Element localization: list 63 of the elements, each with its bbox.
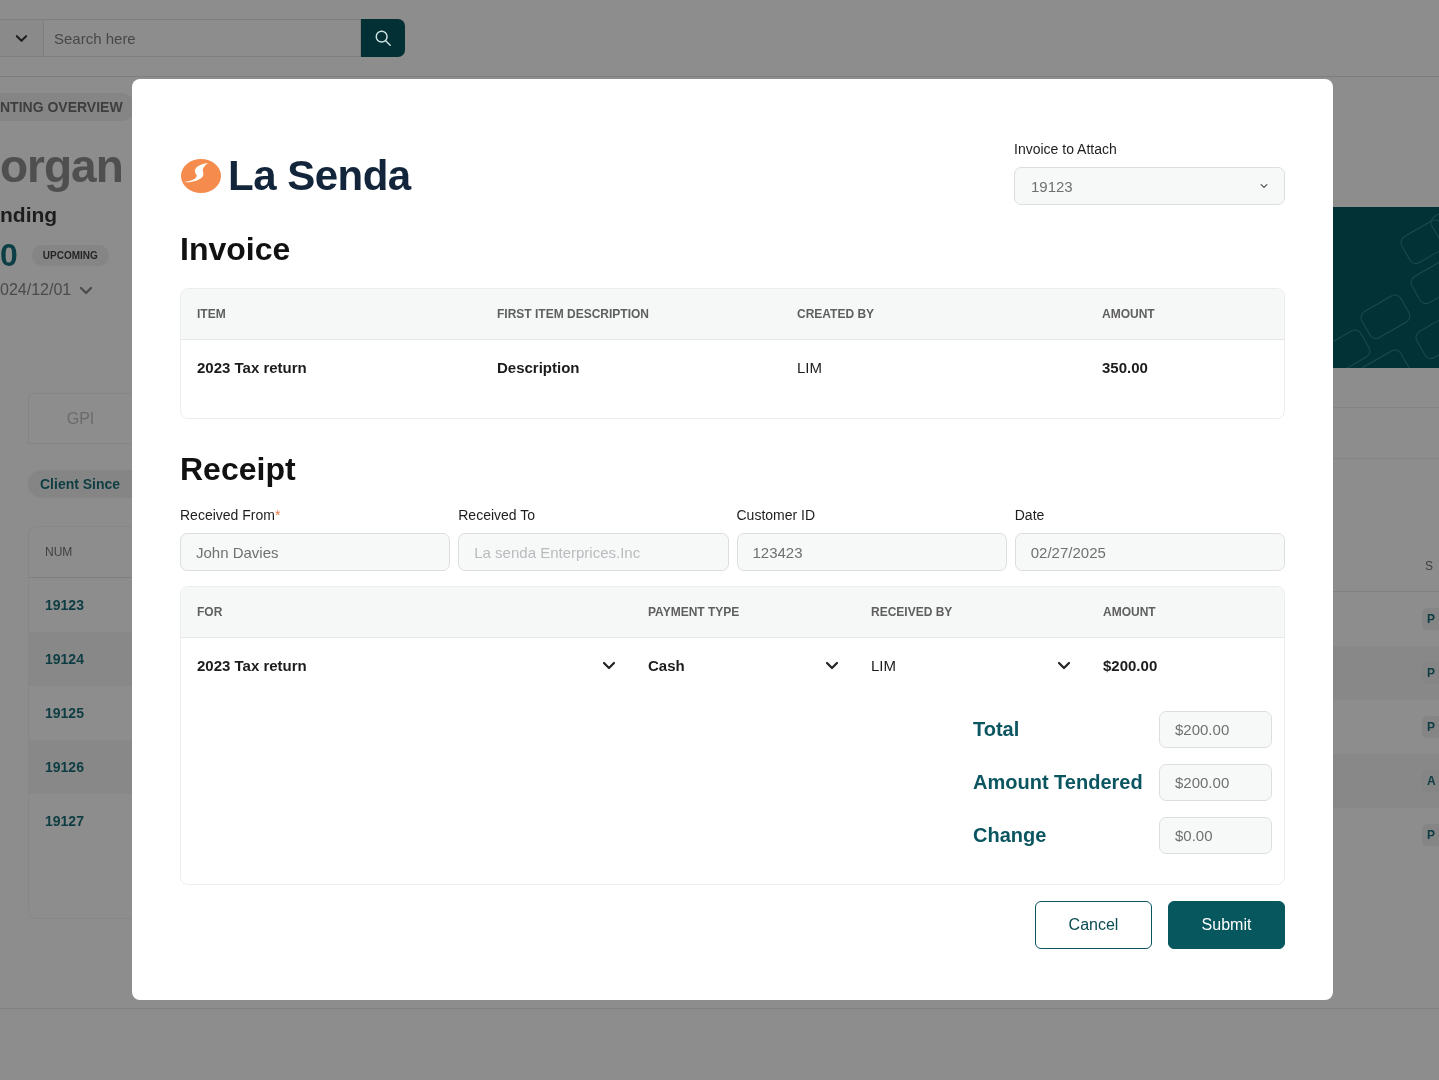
breadcrumb[interactable]: NTING OVERVIEW	[0, 93, 135, 121]
input-field[interactable]: 02/27/2025	[1014, 533, 1285, 571]
table-cell-text: 2023 Tax return	[196, 358, 308, 378]
date-text: 024/12/01	[0, 281, 72, 299]
count: 0	[0, 239, 18, 271]
field-label: Received From*	[180, 507, 282, 523]
input-field[interactable]: $0.00	[1159, 817, 1272, 854]
chevron-down-icon	[1260, 183, 1268, 189]
section-title: Invoice	[180, 233, 292, 265]
field-label: Invoice to Attach	[1014, 141, 1118, 157]
total-label: Change	[973, 824, 1048, 847]
table-cell-text: $200.00	[1102, 656, 1159, 676]
total-label: Amount Tendered	[973, 771, 1144, 794]
search-field[interactable]: Search here	[44, 19, 361, 57]
invoice-dropdown[interactable]: 19123	[1014, 167, 1285, 205]
table-cell[interactable]: 19124	[45, 651, 84, 667]
total-label: Total	[973, 718, 1021, 741]
table-cell[interactable]: 19123	[45, 597, 84, 613]
table-cell-text: 350.00	[1101, 358, 1149, 378]
table-cell[interactable]: 19127	[45, 813, 84, 829]
payment-type-dropdown[interactable]: Cash	[632, 638, 855, 693]
table-cell-text: LIM	[796, 358, 823, 378]
table-cell-text: Description	[496, 358, 581, 378]
input-field[interactable]: La senda Enterprices.Inc	[458, 533, 729, 571]
input-field[interactable]: 123423	[736, 533, 1007, 571]
column-header: AMOUNT	[1087, 587, 1284, 638]
received-by-dropdown[interactable]: LIM	[855, 638, 1087, 693]
logo-icon	[180, 158, 222, 194]
search-icon	[374, 29, 392, 47]
chevron-down-icon	[602, 661, 616, 670]
subtitle: nding	[0, 203, 58, 227]
submit-button[interactable]: Submit	[1168, 901, 1285, 949]
column-header: CREATED BY	[781, 289, 1086, 340]
input-field[interactable]: John Davies	[180, 533, 451, 571]
section-title: Receipt	[180, 453, 297, 485]
status-badge: P	[1422, 608, 1439, 630]
field-label: Date	[1014, 507, 1046, 523]
chevron-down-icon	[825, 661, 839, 670]
chevron-down-icon	[15, 33, 28, 43]
input-field[interactable]: $200.00	[1159, 711, 1272, 748]
field-label: Received To	[458, 507, 537, 523]
search-button[interactable]	[361, 19, 405, 57]
client-since-badge: Client Since	[28, 470, 132, 498]
table-cell[interactable]: 19125	[45, 705, 84, 721]
logo-text: La Senda	[228, 155, 411, 197]
column-header: RECEIVED BY	[855, 587, 1087, 638]
table-cell[interactable]: 19126	[45, 759, 84, 775]
status-badge: UPCOMING	[31, 244, 109, 266]
status-badge: P	[1422, 824, 1439, 846]
column-header: ITEM	[181, 289, 481, 340]
field-label: Customer ID	[736, 507, 817, 523]
column-header: AMOUNT	[1086, 289, 1284, 340]
cancel-button[interactable]: Cancel	[1035, 901, 1152, 949]
input-field[interactable]: $200.00	[1159, 764, 1272, 801]
column-header: PAYMENT TYPE	[632, 587, 855, 638]
column-header: FOR	[181, 587, 632, 638]
column-header: NUM	[45, 545, 73, 559]
column-header: S	[1425, 559, 1433, 573]
chevron-down-icon	[79, 285, 94, 295]
status-badge: P	[1422, 716, 1439, 738]
for-dropdown[interactable]: 2023 Tax return	[181, 638, 632, 693]
column-header: FIRST ITEM DESCRIPTION	[481, 289, 781, 340]
chevron-down-icon	[1057, 661, 1071, 670]
